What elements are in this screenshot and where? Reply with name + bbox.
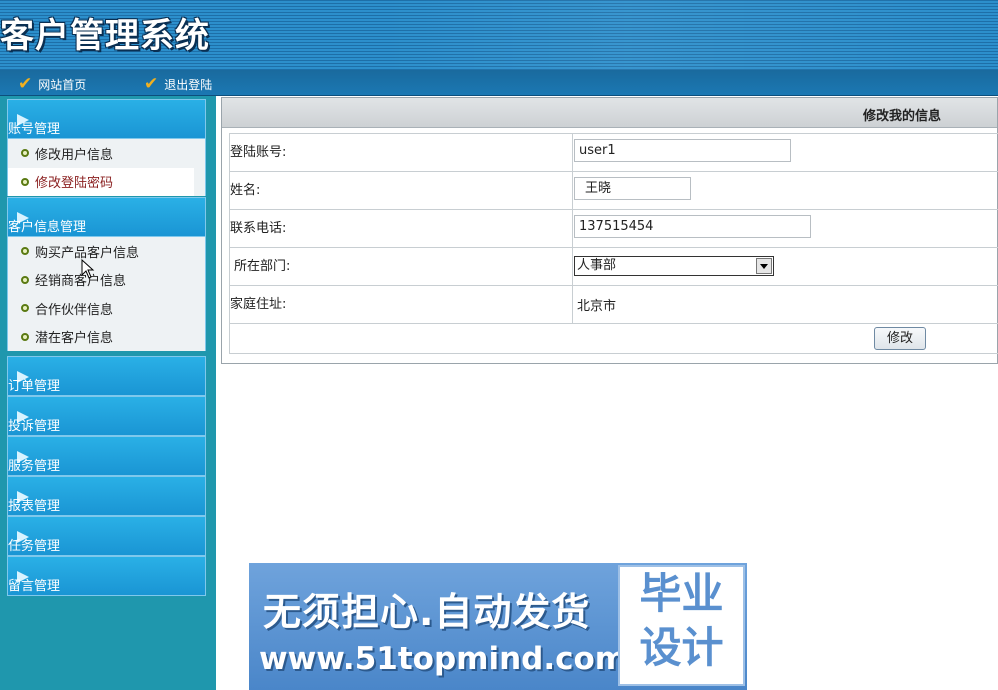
- circle-bullet-icon: [21, 332, 29, 341]
- form-row-name: 姓名: 王晓: [230, 172, 998, 210]
- sidebar-group-header-messages[interactable]: 留言管理: [7, 556, 206, 596]
- sidebar-group-customer-info: 客户信息管理 购买产品客户信息 经销商客户信息 合作伙伴信息 潜在客户信息: [7, 197, 206, 351]
- ad-badge-line1: 毕业: [639, 569, 724, 618]
- sidebar-group-header-complaints[interactable]: 投诉管理: [7, 396, 206, 436]
- sidebar-item-label: 潜在客户信息: [35, 331, 114, 347]
- sidebar-group-reports: 报表管理: [7, 476, 206, 516]
- panel-title: 修改我的信息: [862, 109, 941, 124]
- sidebar-group-label: 订单管理: [8, 379, 61, 394]
- app-header: 客户管理系统: [0, 0, 998, 70]
- phone-label: 联系电话:: [230, 210, 573, 247]
- sidebar-group-label: 投诉管理: [8, 419, 61, 434]
- top-nav-bar: ✔ 网站首页 ✔ 退出登陆: [0, 70, 998, 96]
- app-title: 客户管理系统: [0, 16, 210, 56]
- department-selected-value: 人事部: [577, 258, 617, 273]
- circle-bullet-icon: [21, 304, 29, 313]
- form-row-phone: 联系电话: 137515454: [230, 210, 998, 248]
- sidebar-item-edit-user-info[interactable]: 修改用户信息: [8, 139, 205, 168]
- sidebar-item-label: 合作伙伴信息: [35, 302, 114, 318]
- sidebar-item-dealer-customers[interactable]: 经销商客户信息: [8, 266, 205, 295]
- form-row-account: 登陆账号: user1: [230, 134, 998, 172]
- edit-profile-panel: 修改我的信息 登陆账号: user1 姓名: 王晓 联系电话: 13751545…: [221, 97, 998, 364]
- sidebar-group-label: 账号管理: [8, 122, 61, 137]
- sidebar-group-header-tasks[interactable]: 任务管理: [7, 516, 206, 556]
- sidebar-group-items: 购买产品客户信息 经销商客户信息 合作伙伴信息 潜在客户信息: [7, 237, 206, 351]
- sidebar-item-partners[interactable]: 合作伙伴信息: [8, 294, 205, 323]
- ad-badge: 毕业 设计: [618, 565, 745, 686]
- sidebar-group-label: 报表管理: [8, 499, 61, 514]
- form-row-department: 所在部门: 人事部: [230, 248, 998, 286]
- check-icon: ✔: [144, 73, 159, 94]
- name-value-cell: 王晓: [573, 172, 998, 209]
- nav-logout-link[interactable]: ✔ 退出登陆: [144, 75, 212, 93]
- sidebar-item-label: 修改用户信息: [35, 147, 114, 163]
- sidebar-group-label: 任务管理: [8, 539, 61, 554]
- watermark-ad-banner: 无须担心.自动发货 www.51topmind.com 毕业 设计: [249, 563, 747, 690]
- sidebar-group-header-services[interactable]: 服务管理: [7, 436, 206, 476]
- department-label: 所在部门:: [230, 248, 573, 285]
- sidebar-group-label: 客户信息管理: [8, 220, 87, 235]
- sidebar-group-header-customer-info[interactable]: 客户信息管理: [7, 197, 206, 237]
- name-label: 姓名:: [230, 172, 573, 209]
- sidebar-group-items: 修改用户信息 修改登陆密码: [7, 139, 206, 196]
- sidebar-item-potential-customers[interactable]: 潜在客户信息: [8, 323, 205, 352]
- nav-home-link[interactable]: ✔ 网站首页: [18, 75, 86, 93]
- department-value-cell: 人事部: [573, 248, 998, 285]
- submit-button[interactable]: 修改: [874, 327, 926, 350]
- sidebar-group-header-orders[interactable]: 订单管理: [7, 356, 206, 396]
- sidebar-group-orders: 订单管理: [7, 356, 206, 396]
- sidebar-group-header-reports[interactable]: 报表管理: [7, 476, 206, 516]
- sidebar-group-label: 留言管理: [8, 579, 61, 594]
- sidebar-group-messages: 留言管理: [7, 556, 206, 596]
- sidebar-group-services: 服务管理: [7, 436, 206, 476]
- sidebar-group-label: 服务管理: [8, 459, 61, 474]
- sidebar-item-label: 购买产品客户信息: [35, 245, 140, 261]
- phone-input[interactable]: 137515454: [574, 215, 811, 238]
- nav-home-label: 网站首页: [38, 77, 87, 92]
- circle-bullet-icon: [21, 177, 29, 186]
- sidebar-group-header-account[interactable]: 账号管理: [7, 99, 206, 139]
- account-input[interactable]: user1: [574, 139, 791, 162]
- ad-slogan: 无须担心.自动发货: [263, 590, 591, 634]
- account-label: 登陆账号:: [230, 134, 573, 171]
- phone-value-cell: 137515454: [573, 210, 998, 247]
- circle-bullet-icon: [21, 275, 29, 284]
- address-value-cell: 北京市: [573, 286, 998, 323]
- sidebar-item-label: 修改登陆密码: [35, 176, 114, 192]
- form-row-address: 家庭住址: 北京市: [230, 286, 998, 324]
- nav-logout-label: 退出登陆: [164, 77, 213, 92]
- sidebar-item-change-password[interactable]: 修改登陆密码: [8, 167, 194, 196]
- sidebar-group-account: 账号管理 修改用户信息 修改登陆密码: [7, 99, 206, 196]
- chevron-down-icon[interactable]: [756, 258, 772, 274]
- ad-badge-line2: 设计: [639, 623, 724, 672]
- account-value-cell: user1: [573, 134, 998, 171]
- sidebar-group-complaints: 投诉管理: [7, 396, 206, 436]
- app-window: 客户管理系统 ✔ 网站首页 ✔ 退出登陆 账号管理 修改用户信息 修改登陆密码 …: [0, 0, 998, 690]
- panel-header: 修改我的信息: [222, 98, 997, 128]
- address-label: 家庭住址:: [230, 286, 573, 323]
- sidebar-item-product-customers[interactable]: 购买产品客户信息: [8, 237, 205, 266]
- form-actions-row: 修改: [230, 324, 998, 354]
- department-select[interactable]: 人事部: [574, 256, 774, 276]
- circle-bullet-icon: [21, 149, 29, 158]
- address-value[interactable]: 北京市: [577, 295, 616, 314]
- circle-bullet-icon: [21, 247, 29, 256]
- profile-form: 登陆账号: user1 姓名: 王晓 联系电话: 137515454 所在部门:: [229, 133, 998, 354]
- mouse-cursor-icon: [81, 259, 95, 279]
- sidebar-group-tasks: 任务管理: [7, 516, 206, 556]
- name-input[interactable]: 王晓: [574, 177, 691, 200]
- ad-url: www.51topmind.com: [259, 641, 628, 677]
- check-icon: ✔: [18, 73, 33, 94]
- sidebar: 账号管理 修改用户信息 修改登陆密码 客户信息管理 购买产品客户信息 经销商客户…: [0, 96, 216, 690]
